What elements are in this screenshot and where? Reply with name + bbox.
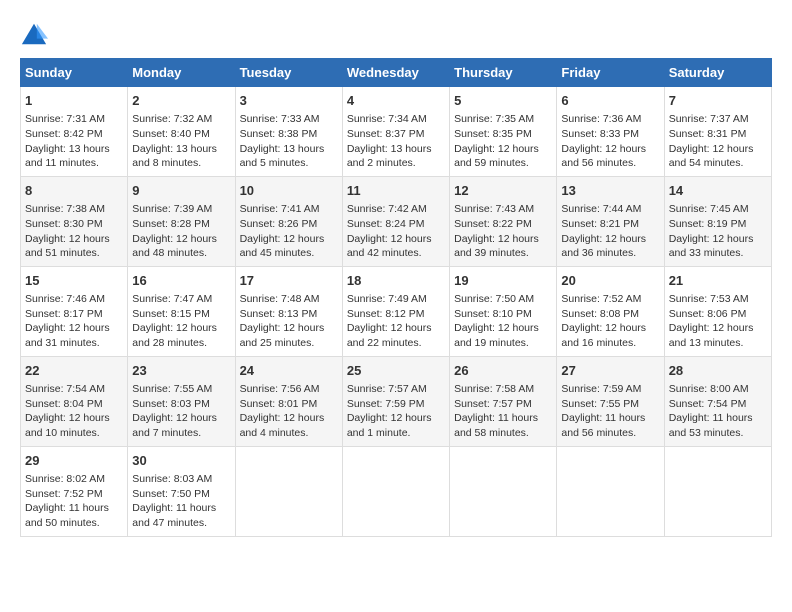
day-number: 9	[132, 182, 230, 200]
day-number: 8	[25, 182, 123, 200]
day-cell-28: 28Sunrise: 8:00 AMSunset: 7:54 PMDayligh…	[664, 356, 771, 446]
day-cell-17: 17Sunrise: 7:48 AMSunset: 8:13 PMDayligh…	[235, 266, 342, 356]
day-number: 18	[347, 272, 445, 290]
weekday-header-monday: Monday	[128, 59, 235, 87]
day-cell-30: 30Sunrise: 8:03 AMSunset: 7:50 PMDayligh…	[128, 446, 235, 536]
day-cell-7: 7Sunrise: 7:37 AMSunset: 8:31 PMDaylight…	[664, 87, 771, 177]
day-number: 22	[25, 362, 123, 380]
page-header	[20, 20, 772, 48]
week-row-3: 15Sunrise: 7:46 AMSunset: 8:17 PMDayligh…	[21, 266, 772, 356]
day-number: 19	[454, 272, 552, 290]
logo-icon	[20, 20, 48, 48]
day-number: 17	[240, 272, 338, 290]
day-number: 27	[561, 362, 659, 380]
day-cell-2: 2Sunrise: 7:32 AMSunset: 8:40 PMDaylight…	[128, 87, 235, 177]
day-cell-8: 8Sunrise: 7:38 AMSunset: 8:30 PMDaylight…	[21, 176, 128, 266]
day-cell-18: 18Sunrise: 7:49 AMSunset: 8:12 PMDayligh…	[342, 266, 449, 356]
day-number: 4	[347, 92, 445, 110]
day-number: 16	[132, 272, 230, 290]
logo	[20, 20, 52, 48]
weekday-header-wednesday: Wednesday	[342, 59, 449, 87]
day-number: 11	[347, 182, 445, 200]
day-cell-5: 5Sunrise: 7:35 AMSunset: 8:35 PMDaylight…	[450, 87, 557, 177]
day-number: 20	[561, 272, 659, 290]
day-number: 24	[240, 362, 338, 380]
day-number: 25	[347, 362, 445, 380]
day-number: 5	[454, 92, 552, 110]
day-number: 13	[561, 182, 659, 200]
empty-cell	[450, 446, 557, 536]
day-cell-12: 12Sunrise: 7:43 AMSunset: 8:22 PMDayligh…	[450, 176, 557, 266]
day-number: 10	[240, 182, 338, 200]
day-number: 6	[561, 92, 659, 110]
weekday-header-friday: Friday	[557, 59, 664, 87]
day-cell-3: 3Sunrise: 7:33 AMSunset: 8:38 PMDaylight…	[235, 87, 342, 177]
week-row-5: 29Sunrise: 8:02 AMSunset: 7:52 PMDayligh…	[21, 446, 772, 536]
day-cell-22: 22Sunrise: 7:54 AMSunset: 8:04 PMDayligh…	[21, 356, 128, 446]
day-cell-11: 11Sunrise: 7:42 AMSunset: 8:24 PMDayligh…	[342, 176, 449, 266]
day-cell-27: 27Sunrise: 7:59 AMSunset: 7:55 PMDayligh…	[557, 356, 664, 446]
weekday-header-sunday: Sunday	[21, 59, 128, 87]
day-number: 28	[669, 362, 767, 380]
day-number: 12	[454, 182, 552, 200]
day-cell-9: 9Sunrise: 7:39 AMSunset: 8:28 PMDaylight…	[128, 176, 235, 266]
day-number: 15	[25, 272, 123, 290]
day-cell-15: 15Sunrise: 7:46 AMSunset: 8:17 PMDayligh…	[21, 266, 128, 356]
day-cell-25: 25Sunrise: 7:57 AMSunset: 7:59 PMDayligh…	[342, 356, 449, 446]
empty-cell	[557, 446, 664, 536]
calendar-header: SundayMondayTuesdayWednesdayThursdayFrid…	[21, 59, 772, 87]
weekday-header-tuesday: Tuesday	[235, 59, 342, 87]
day-number: 7	[669, 92, 767, 110]
empty-cell	[664, 446, 771, 536]
day-number: 30	[132, 452, 230, 470]
calendar-table: SundayMondayTuesdayWednesdayThursdayFrid…	[20, 58, 772, 537]
day-cell-13: 13Sunrise: 7:44 AMSunset: 8:21 PMDayligh…	[557, 176, 664, 266]
day-cell-29: 29Sunrise: 8:02 AMSunset: 7:52 PMDayligh…	[21, 446, 128, 536]
calendar-body: 1Sunrise: 7:31 AMSunset: 8:42 PMDaylight…	[21, 87, 772, 537]
weekday-header-row: SundayMondayTuesdayWednesdayThursdayFrid…	[21, 59, 772, 87]
day-cell-23: 23Sunrise: 7:55 AMSunset: 8:03 PMDayligh…	[128, 356, 235, 446]
day-cell-14: 14Sunrise: 7:45 AMSunset: 8:19 PMDayligh…	[664, 176, 771, 266]
week-row-2: 8Sunrise: 7:38 AMSunset: 8:30 PMDaylight…	[21, 176, 772, 266]
day-cell-4: 4Sunrise: 7:34 AMSunset: 8:37 PMDaylight…	[342, 87, 449, 177]
empty-cell	[235, 446, 342, 536]
day-number: 26	[454, 362, 552, 380]
week-row-4: 22Sunrise: 7:54 AMSunset: 8:04 PMDayligh…	[21, 356, 772, 446]
weekday-header-thursday: Thursday	[450, 59, 557, 87]
day-cell-16: 16Sunrise: 7:47 AMSunset: 8:15 PMDayligh…	[128, 266, 235, 356]
day-number: 14	[669, 182, 767, 200]
day-cell-6: 6Sunrise: 7:36 AMSunset: 8:33 PMDaylight…	[557, 87, 664, 177]
weekday-header-saturday: Saturday	[664, 59, 771, 87]
day-cell-10: 10Sunrise: 7:41 AMSunset: 8:26 PMDayligh…	[235, 176, 342, 266]
day-cell-24: 24Sunrise: 7:56 AMSunset: 8:01 PMDayligh…	[235, 356, 342, 446]
day-cell-1: 1Sunrise: 7:31 AMSunset: 8:42 PMDaylight…	[21, 87, 128, 177]
empty-cell	[342, 446, 449, 536]
day-number: 1	[25, 92, 123, 110]
day-cell-26: 26Sunrise: 7:58 AMSunset: 7:57 PMDayligh…	[450, 356, 557, 446]
day-number: 3	[240, 92, 338, 110]
week-row-1: 1Sunrise: 7:31 AMSunset: 8:42 PMDaylight…	[21, 87, 772, 177]
day-number: 23	[132, 362, 230, 380]
day-cell-21: 21Sunrise: 7:53 AMSunset: 8:06 PMDayligh…	[664, 266, 771, 356]
day-number: 21	[669, 272, 767, 290]
day-number: 29	[25, 452, 123, 470]
day-cell-19: 19Sunrise: 7:50 AMSunset: 8:10 PMDayligh…	[450, 266, 557, 356]
day-cell-20: 20Sunrise: 7:52 AMSunset: 8:08 PMDayligh…	[557, 266, 664, 356]
day-number: 2	[132, 92, 230, 110]
